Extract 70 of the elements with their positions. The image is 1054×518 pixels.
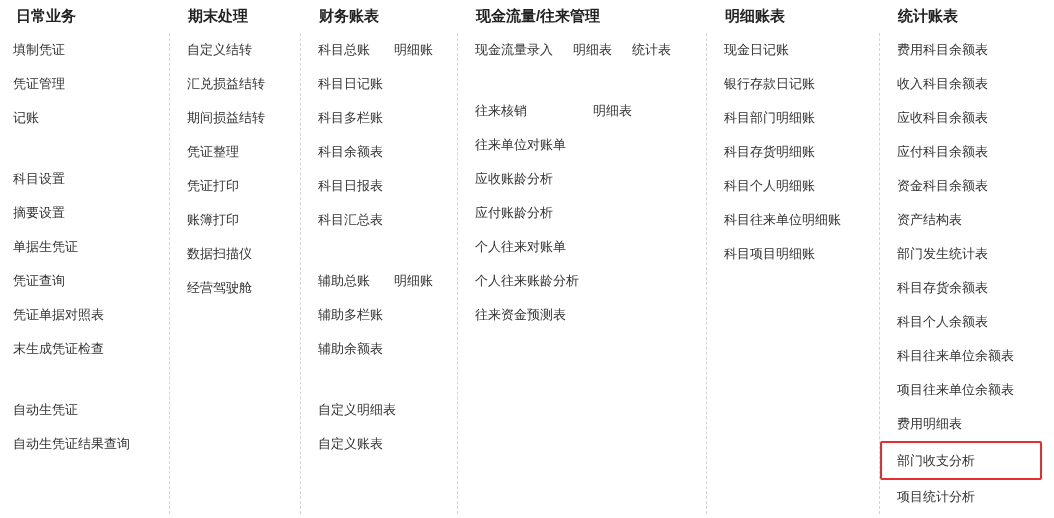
menu-link[interactable]: 科目部门明细账: [724, 101, 815, 135]
menu-link[interactable]: 应收科目余额表: [897, 101, 988, 135]
column-heading: 日常业务: [16, 6, 76, 27]
menu-link[interactable]: 科目设置: [13, 162, 65, 196]
menu-link[interactable]: 凭证管理: [13, 67, 65, 101]
menu-link[interactable]: 数据扫描仪: [187, 237, 252, 271]
menu-link[interactable]: 科目日报表: [318, 169, 383, 203]
menu-link[interactable]: 凭证查询: [13, 264, 65, 298]
menu-link[interactable]: 自定义明细表: [318, 393, 396, 427]
menu-link[interactable]: 凭证单据对照表: [13, 298, 104, 332]
menu-link[interactable]: 辅助余额表: [318, 332, 383, 366]
menu-link[interactable]: 资金科目余额表: [897, 169, 988, 203]
menu-link[interactable]: 自定义账表: [318, 427, 383, 461]
menu-link[interactable]: 摘要设置: [13, 196, 65, 230]
menu-link[interactable]: 往来资金预测表: [475, 298, 566, 332]
menu-link[interactable]: 项目统计分析: [897, 480, 975, 514]
menu-link[interactable]: 科目总账: [318, 33, 374, 67]
menu-link[interactable]: 科目往来单位明细账: [724, 203, 841, 237]
menu-link[interactable]: 经营驾驶舱: [187, 271, 252, 305]
menu-link[interactable]: 科目汇总表: [318, 203, 383, 237]
menu-link[interactable]: 自定义结转: [187, 33, 252, 67]
column-heading: 财务账表: [319, 6, 379, 27]
menu-link[interactable]: 现金流量录入: [475, 33, 553, 67]
column-heading: 统计账表: [898, 6, 958, 27]
menu-link[interactable]: 记账: [13, 101, 39, 135]
menu-link[interactable]: 科目日记账: [318, 67, 383, 101]
menu-link[interactable]: 收入科目余额表: [897, 67, 988, 101]
menu-link[interactable]: 辅助总账: [318, 264, 374, 298]
menu-link[interactable]: 明细表: [573, 33, 612, 67]
menu-link[interactable]: 科目个人余额表: [897, 305, 988, 339]
column-heading: 明细账表: [725, 6, 785, 27]
menu-link[interactable]: 应付科目余额表: [897, 135, 988, 169]
menu-link[interactable]: 科目存货明细账: [724, 135, 815, 169]
menu-link[interactable]: 项目往来单位余额表: [897, 373, 1014, 407]
menu-link[interactable]: 账簿打印: [187, 203, 239, 237]
menu-link[interactable]: 科目项目明细账: [724, 237, 815, 271]
menu-link[interactable]: 费用明细表: [897, 407, 962, 441]
menu-link[interactable]: 凭证整理: [187, 135, 239, 169]
menu-link[interactable]: 汇兑损益结转: [187, 67, 265, 101]
menu-link[interactable]: 部门发生统计表: [897, 237, 988, 271]
menu-link[interactable]: 个人往来对账单: [475, 230, 566, 264]
menu-link[interactable]: 期间损益结转: [187, 101, 265, 135]
menu-link[interactable]: 往来单位对账单: [475, 128, 566, 162]
menu-link[interactable]: 应收账龄分析: [475, 162, 553, 196]
menu-link[interactable]: 个人往来账龄分析: [475, 264, 579, 298]
menu-link[interactable]: 科目存货余额表: [897, 271, 988, 305]
menu-link[interactable]: 末生成凭证检查: [13, 332, 104, 366]
menu-link[interactable]: 费用科目余额表: [897, 33, 988, 67]
menu-link[interactable]: 科目多栏账: [318, 101, 383, 135]
menu-link[interactable]: 明细表: [593, 94, 632, 128]
column-heading: 期末处理: [188, 6, 248, 27]
menu-link[interactable]: 科目往来单位余额表: [897, 339, 1014, 373]
menu-link[interactable]: 辅助多栏账: [318, 298, 383, 332]
menu-link[interactable]: 往来核销: [475, 94, 531, 128]
menu-link[interactable]: 银行存款日记账: [724, 67, 815, 101]
menu-link[interactable]: 明细账: [394, 33, 433, 67]
menu-link[interactable]: 资产结构表: [897, 203, 962, 237]
menu-link[interactable]: 科目个人明细账: [724, 169, 815, 203]
menu-link[interactable]: 科目余额表: [318, 135, 383, 169]
menu-link[interactable]: 明细账: [394, 264, 433, 298]
menu-link[interactable]: 填制凭证: [13, 33, 65, 67]
menu-link[interactable]: 应付账龄分析: [475, 196, 553, 230]
menu-link[interactable]: 自动生凭证: [13, 393, 78, 427]
menu-link[interactable]: 现金日记账: [724, 33, 789, 67]
menu-link[interactable]: 统计表: [632, 33, 671, 67]
menu-link[interactable]: 单据生凭证: [13, 230, 78, 264]
column-heading: 现金流量/往来管理: [476, 6, 601, 27]
menu-link[interactable]: 部门收支分析: [880, 441, 1042, 480]
menu-link[interactable]: 凭证打印: [187, 169, 239, 203]
menu-link[interactable]: 自动生凭证结果查询: [13, 427, 130, 461]
